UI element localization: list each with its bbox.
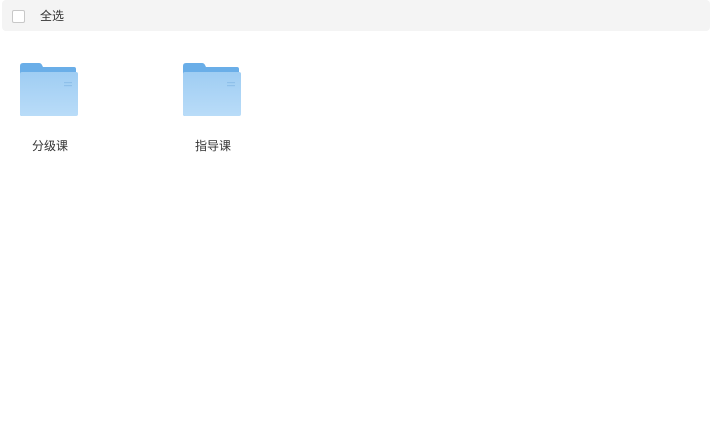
select-all-control[interactable]: 全选 [12, 7, 64, 25]
select-all-checkbox[interactable] [12, 9, 25, 23]
folder-name: 分级课 [31, 139, 68, 153]
folder-icon [20, 63, 78, 116]
folder-item[interactable]: 分级课 [0, 59, 100, 159]
toolbar: 全选 [2, 0, 710, 31]
file-browser: 全选 分级课 指导课 [0, 0, 710, 443]
folder-icon [183, 63, 241, 116]
folder-name: 指导课 [194, 139, 231, 153]
folder-grid: 分级课 指导课 [0, 31, 710, 443]
select-all-label: 全选 [40, 9, 65, 23]
folder-item[interactable]: 指导课 [163, 59, 263, 159]
